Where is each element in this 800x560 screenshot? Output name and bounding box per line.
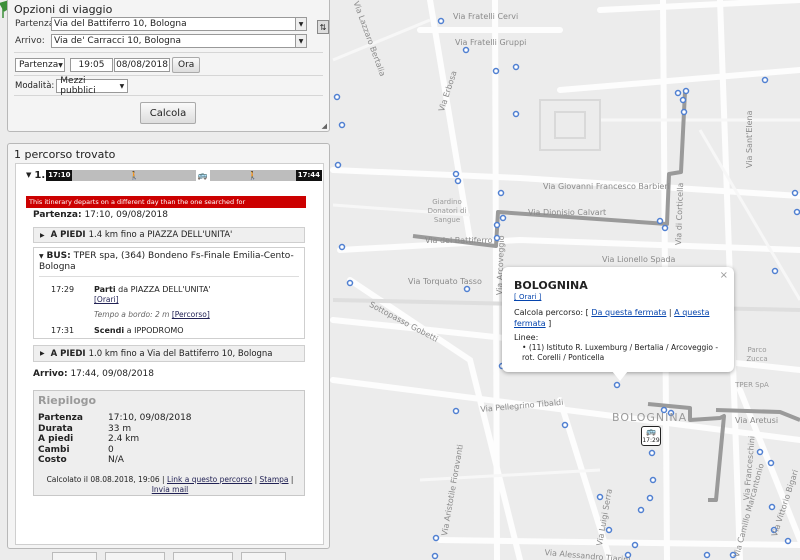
bus-onboard: Tempo a bordo: 2 m [Percorso] — [94, 310, 210, 319]
expand-arrow-icon[interactable]: ▶ — [40, 350, 45, 357]
district-label: BOLOGNINA — [612, 411, 688, 424]
date-input[interactable]: 08/08/2018 — [114, 58, 170, 72]
mode-row: Modalità: Mezzi pubblici ▼ — [15, 76, 129, 96]
to-row: Arrivo: Via de' Carracci 10, Bologna ▼ — [15, 34, 307, 48]
results-heading: 1 percorso trovato — [14, 148, 116, 161]
bus-stop-marker[interactable]: 🚌 17:29 — [641, 426, 661, 446]
summary-row: A piedi 2.4 km — [38, 434, 140, 444]
summary-row: Cambi 0 — [38, 444, 114, 455]
street-label: Via Fratelli Gruppi — [455, 38, 527, 47]
expand-arrow-icon[interactable]: ▶ — [40, 232, 45, 239]
now-button[interactable]: Ora — [172, 57, 201, 73]
print-link[interactable]: Stampa — [260, 475, 289, 484]
different-day-warning: This itinerary departs on a different da… — [26, 196, 306, 208]
popup-line-item: • (11) Istituto R. Luxemburg / Bertalia … — [522, 343, 719, 362]
mode-select[interactable]: Mezzi pubblici ▼ — [56, 76, 129, 96]
summary-row: Partenza 17:10, 09/08/2018 — [38, 413, 192, 423]
summary-title: Riepilogo — [38, 394, 97, 407]
itinerary-timeline[interactable]: ▼ 1. 17:10 🚶 🚌 🚶 17:44 — [26, 169, 322, 181]
street-label: Via Lionello Spada — [602, 255, 676, 264]
bus-arr-time: 17:31 — [51, 326, 75, 335]
from-label: Partenza — [15, 19, 55, 29]
collapse-arrow-icon[interactable]: ▼ — [26, 171, 31, 179]
poi-label: Parco Zucca — [746, 346, 768, 363]
bus-icon: 🚌 — [646, 427, 656, 436]
popup-calc-row: Calcola percorso: [ Da questa fermata | … — [514, 308, 710, 328]
poi-label: Giardino Donatori di Sangue — [427, 198, 467, 224]
route-link[interactable]: [Percorso] — [172, 310, 210, 319]
calculate-button[interactable]: Calcola — [140, 102, 196, 124]
marker-time: 17:29 — [642, 437, 660, 444]
street-label: Via Dionisio Calvart — [528, 208, 607, 217]
bottom-button[interactable] — [105, 552, 165, 560]
bus-arr-text: Scendi a IPPODROMO — [94, 326, 184, 335]
summary-box: Riepilogo Partenza 17:10, 09/08/2018 Dura… — [33, 390, 305, 496]
walk-segment: 🚶 — [209, 169, 296, 181]
mode-label: Modalità: — [15, 81, 55, 91]
summary-table: Partenza 17:10, 09/08/2018 Durata 33 m A p… — [38, 413, 192, 466]
street-label: Via Aretusi — [735, 416, 779, 425]
itinerary-index: 1. — [34, 169, 46, 181]
arrival-text: Arrivo: 17:44, 09/08/2018 — [33, 369, 154, 379]
collapse-arrow-icon[interactable]: ▼ — [39, 253, 44, 260]
bottom-buttons — [52, 552, 294, 560]
left-panel: Opzioni di viaggio Partenza Via del Batt… — [0, 0, 333, 560]
route-permalink[interactable]: Link a questo percorso — [167, 475, 252, 484]
bus-header[interactable]: ▼ BUS: TPER spa, (364) Bondeno Fs-Finale… — [39, 251, 299, 273]
street-label: Via Fratelli Cervi — [453, 12, 519, 21]
from-row: Partenza Via del Battiferro 10, Bologna ▼ — [15, 17, 307, 31]
resize-handle-icon[interactable]: ◢ — [322, 122, 327, 130]
bus-segment: 🚌 — [195, 169, 210, 181]
summary-footer: Calcolato il 08.08.2018, 19:06 | Link a … — [46, 475, 294, 494]
summary-row: Costo N/A — [38, 455, 124, 465]
popup-lines-label: Linee: — [514, 333, 539, 342]
bus-dep-text: Parti da PIAZZA DELL'UNITA' — [94, 285, 211, 294]
leg-walk-2[interactable]: ▶ A PIEDI 1.0 km fino a Via del Battiferr… — [33, 345, 305, 362]
options-title: Opzioni di viaggio — [14, 3, 113, 16]
time-input[interactable]: 19:05 — [70, 58, 113, 72]
leg-walk-1[interactable]: ▶ A PIEDI 1.4 km fino a PIAZZA DELL'UNITA… — [33, 227, 305, 243]
time-row: Partenza ▼ 19:05 08/08/2018 Ora — [15, 57, 201, 73]
bus-dep-time: 17:29 — [51, 285, 75, 294]
close-icon[interactable]: × — [720, 270, 728, 281]
street-label: Via del Battiferro — [425, 236, 493, 245]
summary-row: Durata 33 m — [38, 423, 132, 434]
bus-orari-link[interactable]: [Orari] — [94, 295, 119, 304]
to-input[interactable]: Via de' Carracci 10, Bologna ▼ — [51, 34, 307, 48]
swap-icon[interactable]: ⇅ — [317, 20, 329, 34]
send-mail-link[interactable]: Invia mail — [152, 485, 189, 494]
bus-icon: 🚌 — [197, 170, 208, 180]
departure-text: Partenza: 17:10, 09/08/2018 — [33, 210, 168, 220]
bottom-button[interactable] — [241, 552, 286, 560]
from-stop-link[interactable]: Da questa fermata — [591, 308, 666, 317]
walk-icon: 🚶 — [247, 170, 258, 180]
bottom-button[interactable] — [173, 552, 233, 560]
street-label: Via Giovanni Francesco Barbieri — [543, 182, 670, 191]
street-label: Via Sant'Elena — [745, 110, 754, 168]
poi-label: TPER SpA — [735, 381, 769, 389]
walk-icon: 🚶 — [129, 170, 140, 180]
popup-title: BOLOGNINA — [514, 279, 588, 292]
street-label: Via Torquato Tasso — [408, 277, 482, 286]
chevron-down-icon[interactable]: ▼ — [295, 35, 306, 47]
bottom-button[interactable] — [52, 552, 97, 560]
popup-orari-link[interactable]: [ Orari ] — [514, 293, 541, 301]
from-input[interactable]: Via del Battiferro 10, Bologna ▼ — [51, 17, 307, 31]
end-time-badge: 17:44 — [295, 169, 322, 181]
walk-segment: 🚶 — [72, 169, 196, 181]
chevron-down-icon[interactable]: ▼ — [295, 18, 306, 30]
start-time-badge: 17:10 — [46, 169, 73, 181]
leg-bus: ▼ BUS: TPER spa, (364) Bondeno Fs-Finale… — [33, 247, 305, 339]
time-mode-select[interactable]: Partenza ▼ — [15, 58, 65, 72]
to-label: Arrivo: — [15, 36, 45, 46]
stop-popup: × BOLOGNINA [ Orari ] Calcola percorso: … — [502, 267, 734, 381]
trip-options-box: Opzioni di viaggio Partenza Via del Batt… — [7, 0, 330, 132]
